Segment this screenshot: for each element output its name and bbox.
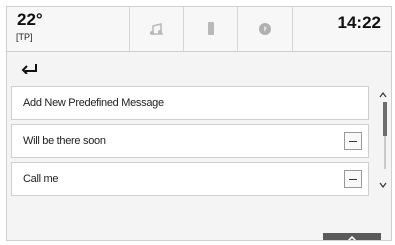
back-button[interactable]	[13, 57, 47, 79]
message-label: Call me	[23, 173, 59, 185]
traffic-program-indicator: [TP]	[16, 32, 33, 42]
collapse-button[interactable]	[323, 233, 381, 240]
clock: 14:22	[337, 13, 381, 32]
tab-phone[interactable]	[183, 7, 238, 51]
temperature: 22°	[17, 10, 43, 29]
delete-message-button[interactable]	[344, 132, 362, 150]
delete-message-button[interactable]	[344, 170, 362, 188]
tab-audio[interactable]	[129, 7, 184, 51]
list-item[interactable]: Add New Predefined Message	[11, 86, 369, 120]
scroll-up-icon[interactable]	[379, 87, 387, 101]
tab-navigation[interactable]	[237, 7, 293, 51]
scroll-down-icon[interactable]	[379, 177, 387, 191]
list-item[interactable]: Call me	[11, 162, 369, 196]
status-bar: 22° [TP] 14:22	[7, 7, 391, 52]
infotainment-screen: 22° [TP] 14:22 Add New Predefined Messag…	[6, 6, 392, 241]
chevron-up-icon	[347, 235, 357, 240]
audio-icon	[150, 23, 163, 35]
scrollbar-thumb[interactable]	[383, 102, 387, 136]
message-label: Will be there soon	[23, 135, 106, 147]
navigation-icon	[259, 23, 271, 35]
back-arrow-icon	[21, 64, 37, 74]
phone-icon	[208, 22, 214, 35]
list-item[interactable]: Will be there soon	[11, 124, 369, 158]
message-label: Add New Predefined Message	[23, 97, 164, 109]
predefined-messages-list: Add New Predefined Message Will be there…	[11, 86, 369, 200]
